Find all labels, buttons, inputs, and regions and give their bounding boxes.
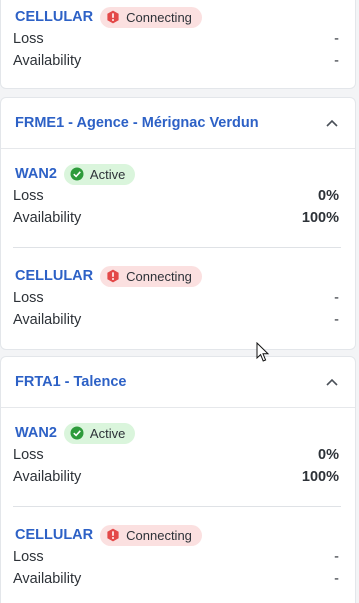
- metric-label: Loss: [13, 290, 44, 306]
- metric-label: Loss: [13, 447, 44, 463]
- metric-value: 100%: [301, 210, 339, 226]
- chevron-up-icon[interactable]: [323, 114, 341, 132]
- site-card-frme1: FRME1 - Agence - Mérignac Verdun WAN2 Ac…: [0, 97, 356, 350]
- metric-label: Availability: [13, 469, 82, 485]
- metric-loss: Loss 0%: [1, 444, 355, 466]
- alert-circle-icon: [107, 10, 119, 24]
- status-badge: Connecting: [100, 265, 202, 287]
- check-circle-icon: [70, 167, 84, 181]
- site-card-frta1: FRTA1 - Talence WAN2 Active Loss 0% Avai…: [0, 356, 356, 603]
- alert-circle-icon: [107, 269, 119, 283]
- metric-value: 0%: [318, 447, 339, 463]
- link-cellular: CELLULAR Connecting Loss - Availability …: [1, 524, 355, 590]
- status-badge: Active: [63, 163, 136, 185]
- link-name[interactable]: WAN2: [15, 166, 57, 182]
- site-title: FRME1 - Agence - Mérignac Verdun: [15, 115, 259, 131]
- link-cellular: CELLULAR Connecting Loss - Availability …: [1, 265, 355, 331]
- alert-circle-icon: [107, 528, 119, 542]
- link-name[interactable]: WAN2: [15, 425, 57, 441]
- metric-loss: Loss 0%: [1, 185, 355, 207]
- link-wan2: WAN2 Active Loss 0% Availability 100%: [1, 163, 355, 229]
- metric-label: Loss: [13, 549, 44, 565]
- metric-label: Availability: [13, 312, 82, 328]
- site-card-partial: CELLULAR Connecting Loss - Availability …: [0, 0, 356, 89]
- metric-loss: Loss -: [1, 546, 355, 568]
- link-name[interactable]: CELLULAR: [15, 9, 93, 25]
- site-status-panel: CELLULAR Connecting Loss - Availability …: [0, 0, 359, 603]
- metric-label: Loss: [13, 188, 44, 204]
- chevron-up-icon[interactable]: [323, 373, 341, 391]
- status-text: Active: [89, 425, 126, 441]
- status-text: Connecting: [126, 527, 192, 543]
- status-text: Active: [89, 166, 126, 182]
- metric-availability: Availability -: [1, 50, 355, 72]
- divider: [13, 506, 341, 507]
- status-text: Connecting: [126, 268, 192, 284]
- metric-value: 0%: [318, 188, 339, 204]
- metric-value: -: [334, 312, 339, 328]
- status-badge: Active: [63, 422, 136, 444]
- metric-value: -: [334, 53, 339, 69]
- link-name[interactable]: CELLULAR: [15, 268, 93, 284]
- metric-label: Availability: [13, 53, 82, 69]
- metric-value: -: [334, 549, 339, 565]
- metric-label: Loss: [13, 31, 44, 47]
- metric-availability: Availability 100%: [1, 207, 355, 229]
- divider: [13, 247, 341, 248]
- metric-value: -: [334, 290, 339, 306]
- metric-value: 100%: [301, 469, 339, 485]
- mouse-pointer-icon: [256, 342, 270, 362]
- site-card-header[interactable]: FRME1 - Agence - Mérignac Verdun: [1, 98, 355, 149]
- status-text: Connecting: [126, 9, 192, 25]
- status-badge: Connecting: [100, 524, 202, 546]
- status-badge: Connecting: [100, 6, 202, 28]
- link-name[interactable]: CELLULAR: [15, 527, 93, 543]
- metric-loss: Loss -: [1, 287, 355, 309]
- metric-availability: Availability -: [1, 568, 355, 590]
- metric-label: Availability: [13, 210, 82, 226]
- metric-availability: Availability -: [1, 309, 355, 331]
- metric-value: -: [334, 571, 339, 587]
- metric-value: -: [334, 31, 339, 47]
- metric-loss: Loss -: [1, 28, 355, 50]
- site-title: FRTA1 - Talence: [15, 374, 127, 390]
- link-wan2: WAN2 Active Loss 0% Availability 100%: [1, 422, 355, 488]
- site-card-header[interactable]: FRTA1 - Talence: [1, 357, 355, 408]
- link-cellular: CELLULAR Connecting Loss - Availability …: [1, 6, 355, 72]
- metric-availability: Availability 100%: [1, 466, 355, 488]
- metric-label: Availability: [13, 571, 82, 587]
- check-circle-icon: [70, 426, 84, 440]
